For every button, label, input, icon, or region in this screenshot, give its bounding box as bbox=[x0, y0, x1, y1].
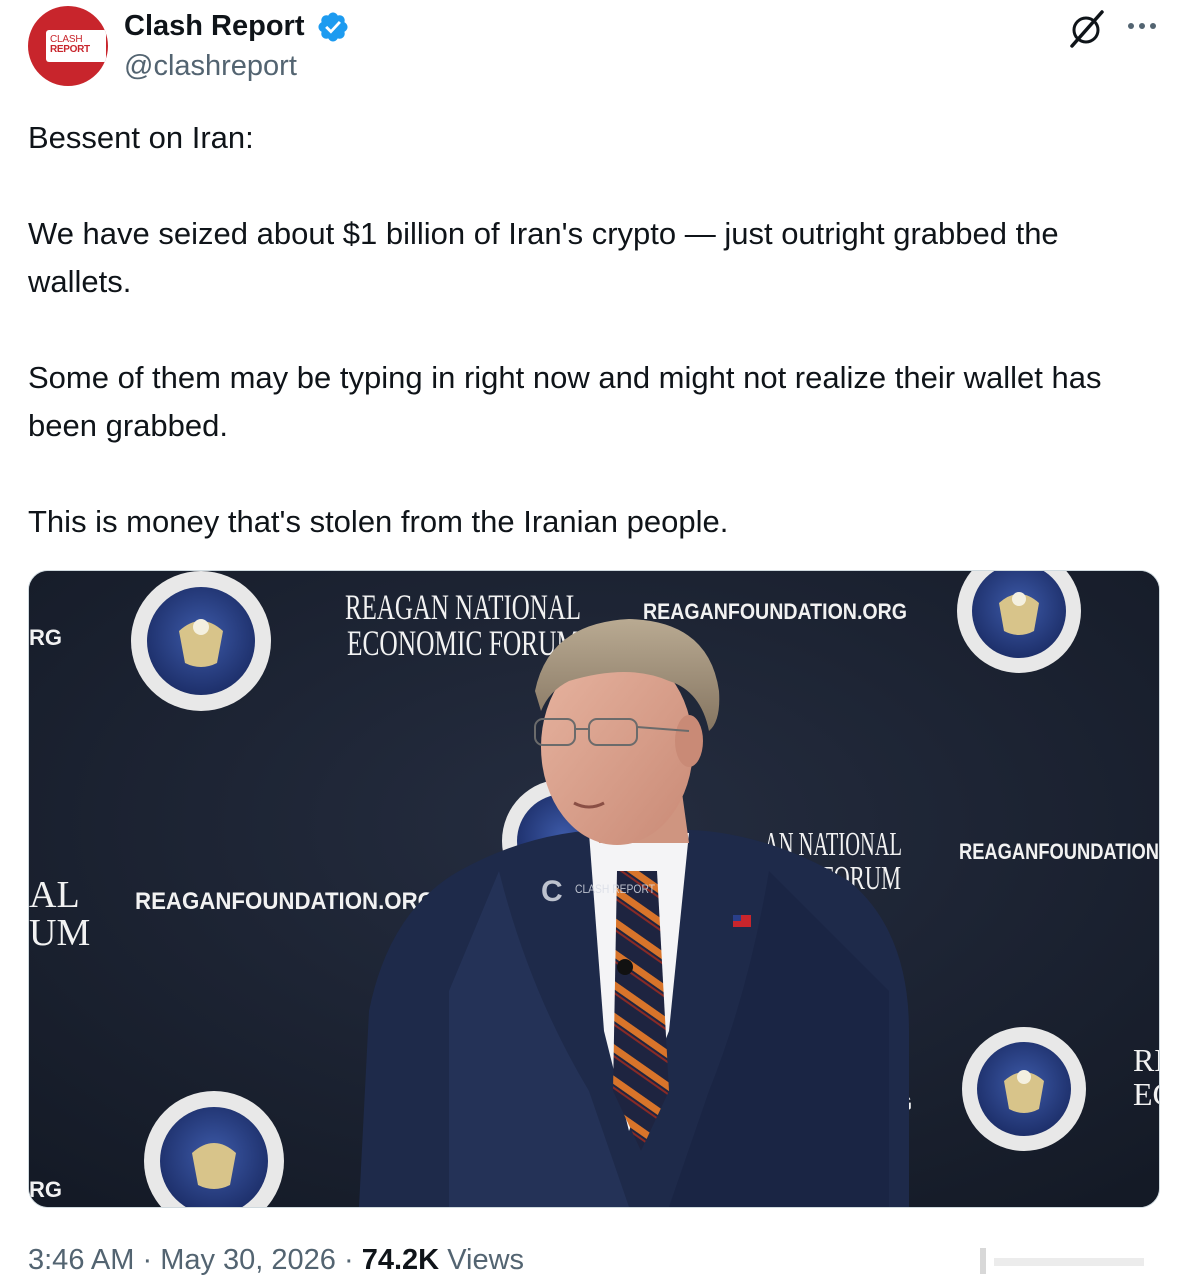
tweet-paragraph: This is money that's stolen from the Ira… bbox=[28, 504, 729, 539]
separator: · bbox=[142, 1244, 153, 1276]
tweet-date[interactable]: May 30, 2026 bbox=[160, 1244, 336, 1276]
tweet-video[interactable]: REAGAN NATIONAL ECONOMIC FORUM AN NATION… bbox=[28, 570, 1160, 1208]
seal-icon bbox=[131, 571, 271, 711]
tweet-paragraph: We have seized about $1 billion of Iran'… bbox=[28, 216, 1068, 299]
tweet-paragraph: Some of them may be typing in right now … bbox=[28, 360, 1111, 443]
avatar-logo: CLASH REPORT bbox=[46, 30, 106, 62]
video-frame: REAGAN NATIONAL ECONOMIC FORUM AN NATION… bbox=[29, 571, 1159, 1207]
edge-text-rg: RG bbox=[29, 1177, 62, 1202]
grok-icon[interactable] bbox=[1066, 8, 1108, 50]
edge-text-ec: EC bbox=[1133, 1076, 1159, 1112]
separator: · bbox=[344, 1244, 354, 1276]
edge-text-um: UM bbox=[29, 912, 90, 954]
forum-title-line1: REAGAN NATIONAL bbox=[345, 587, 581, 627]
backdrop-url: REAGANFOUNDATION.ORG bbox=[643, 599, 907, 624]
tweet-paragraph: Bessent on Iran: bbox=[28, 120, 254, 155]
edge-text-al: AL bbox=[29, 874, 80, 916]
tweet-header: CLASH REPORT Clash Report @clashreport bbox=[0, 0, 1180, 100]
author-name[interactable]: Clash Report bbox=[124, 8, 304, 44]
svg-text:C: C bbox=[541, 875, 563, 908]
edge-text-re: RE bbox=[1133, 1042, 1159, 1078]
backdrop-url: REAGANFOUNDATION.ORG bbox=[135, 888, 435, 915]
backdrop-url-partial: REAGANFOUNDATION bbox=[959, 839, 1159, 864]
author-handle[interactable]: @clashreport bbox=[124, 48, 297, 84]
avatar[interactable]: CLASH REPORT bbox=[28, 6, 108, 86]
edge-text-rg: RG bbox=[29, 625, 62, 650]
more-options-icon[interactable] bbox=[1124, 12, 1160, 40]
tweet-time[interactable]: 3:46 AM bbox=[28, 1244, 134, 1276]
avatar-logo-text-bottom: REPORT bbox=[50, 44, 90, 55]
views-count[interactable]: 74.2K bbox=[362, 1244, 439, 1276]
tweet-footer: 3:46 AM · May 30, 2026 · 74.2K Views bbox=[28, 1240, 524, 1280]
views-label: Views bbox=[447, 1244, 525, 1276]
seal-icon bbox=[962, 1027, 1086, 1151]
faded-watermark bbox=[980, 1248, 1144, 1274]
watermark-text: CLASH REPORT bbox=[575, 882, 656, 896]
verified-badge-icon bbox=[318, 12, 348, 42]
tweet-text: Bessent on Iran: We have seized about $1… bbox=[28, 114, 1152, 546]
forum-title-line2: ECONOMIC FORUM bbox=[347, 623, 579, 663]
